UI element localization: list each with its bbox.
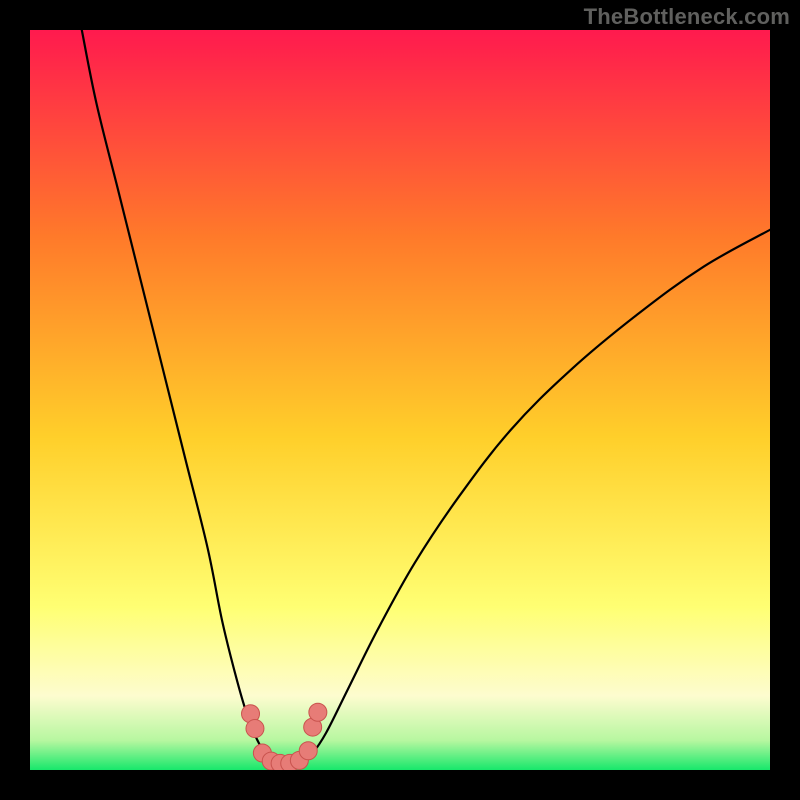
plot-area xyxy=(30,30,770,770)
watermark-text: TheBottleneck.com xyxy=(584,4,790,30)
valley-marker xyxy=(299,742,317,760)
gradient-bg xyxy=(30,30,770,770)
outer-frame: TheBottleneck.com xyxy=(0,0,800,800)
valley-marker xyxy=(246,720,264,738)
chart-svg xyxy=(30,30,770,770)
valley-marker xyxy=(309,703,327,721)
